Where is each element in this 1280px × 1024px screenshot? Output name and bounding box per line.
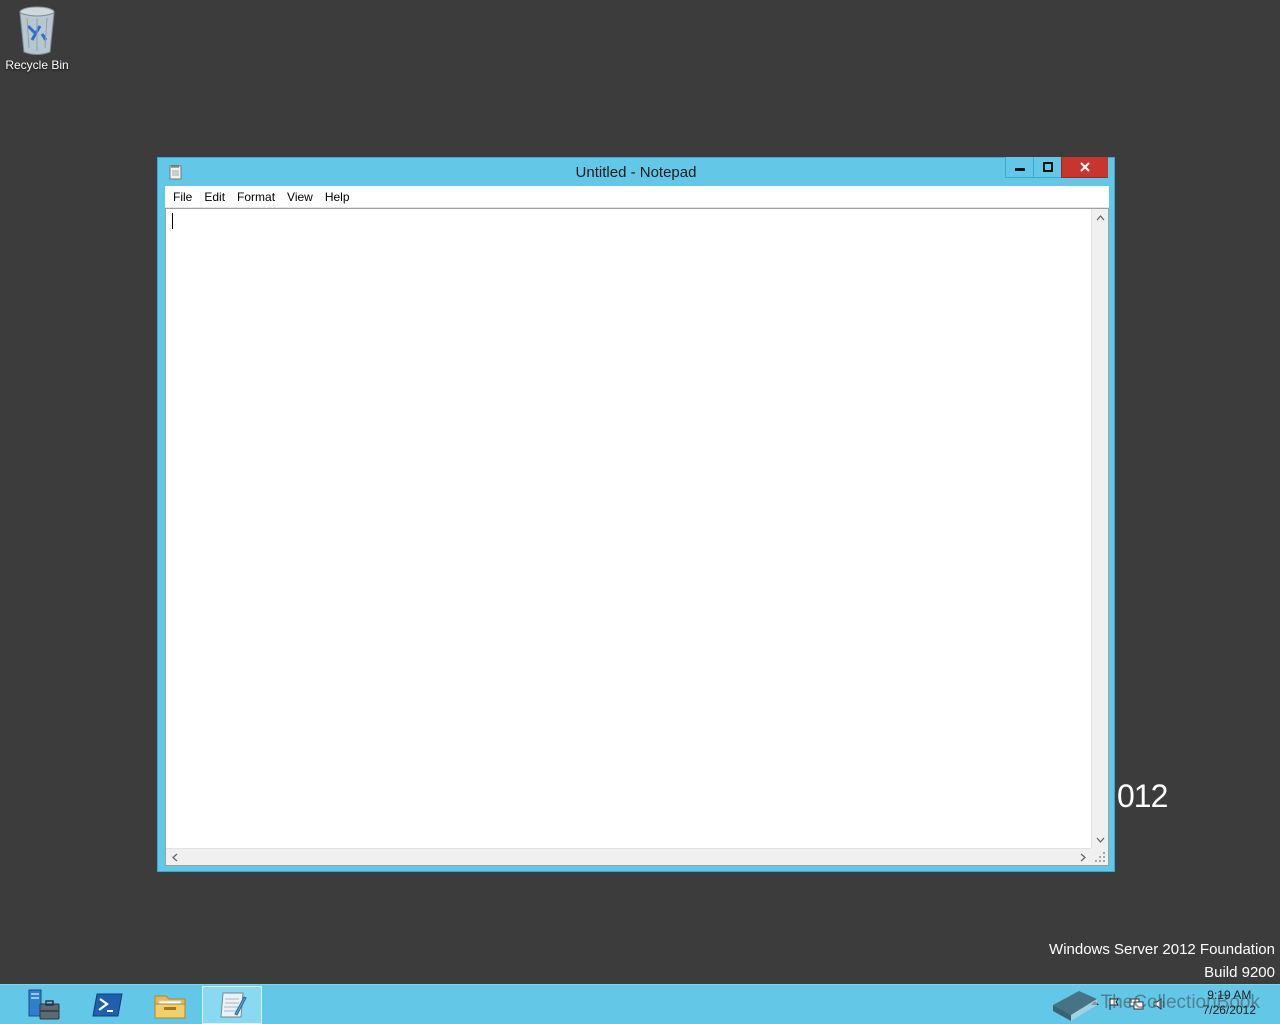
menu-file[interactable]: File bbox=[167, 186, 198, 208]
book-icon bbox=[1052, 991, 1097, 1021]
system-tray: TheCollectionBook 9:19 AM 7/26/2012 bbox=[1020, 985, 1280, 1024]
powershell-icon bbox=[92, 993, 123, 1017]
scroll-left-button[interactable] bbox=[166, 849, 183, 866]
chevron-left-icon bbox=[171, 853, 177, 862]
minimize-button[interactable] bbox=[1005, 157, 1033, 178]
close-button[interactable] bbox=[1061, 157, 1108, 178]
chevron-up-icon bbox=[1096, 214, 1105, 220]
clock-date: 7/26/2012 bbox=[1202, 1003, 1256, 1017]
scroll-down-button[interactable] bbox=[1092, 831, 1109, 848]
minimize-icon bbox=[1014, 168, 1025, 171]
menu-edit[interactable]: Edit bbox=[198, 186, 231, 208]
recycle-bin-desktop-icon[interactable]: Recycle Bin bbox=[4, 4, 70, 74]
menu-bar: File Edit Format View Help bbox=[165, 186, 1109, 208]
taskbar-powershell-button[interactable] bbox=[78, 986, 138, 1024]
window-title: Untitled - Notepad bbox=[575, 164, 697, 181]
title-bar[interactable]: Untitled - Notepad bbox=[158, 157, 1114, 188]
maximize-icon bbox=[1042, 162, 1053, 172]
text-caret bbox=[172, 213, 173, 229]
recycle-bin-label: Recycle Bin bbox=[5, 58, 69, 72]
taskbar-server-manager-button[interactable] bbox=[14, 986, 74, 1024]
menu-format[interactable]: Format bbox=[231, 186, 281, 208]
resize-grip-icon bbox=[1095, 852, 1105, 862]
vertical-scrollbar[interactable] bbox=[1091, 209, 1108, 848]
maximize-button[interactable] bbox=[1033, 157, 1061, 178]
close-icon bbox=[1080, 162, 1090, 172]
os-watermark: Windows Server 2012 Foundation Build 920… bbox=[1049, 938, 1275, 984]
editor-frame bbox=[165, 208, 1109, 866]
resize-grip[interactable] bbox=[1091, 848, 1108, 865]
watermark-build: Build 9200 bbox=[1204, 964, 1275, 981]
clock[interactable]: 9:19 AM 7/26/2012 bbox=[1203, 988, 1256, 1018]
notepad-icon bbox=[220, 992, 247, 1018]
chevron-right-icon bbox=[1080, 853, 1086, 862]
chevron-down-icon bbox=[1096, 837, 1105, 843]
watermark-edition: Windows Server 2012 Foundation bbox=[1049, 941, 1275, 958]
taskbar-notepad-button[interactable] bbox=[202, 986, 262, 1024]
horizontal-scrollbar[interactable] bbox=[166, 848, 1091, 865]
taskbar-file-explorer-button[interactable] bbox=[140, 986, 200, 1024]
menu-help[interactable]: Help bbox=[319, 186, 356, 208]
folder-icon bbox=[154, 995, 186, 1019]
scroll-right-button[interactable] bbox=[1074, 849, 1091, 866]
clock-time: 9:19 AM bbox=[1207, 988, 1252, 1002]
background-fragment-text: 012 bbox=[1117, 778, 1168, 814]
caption-buttons bbox=[1005, 157, 1108, 178]
recycle-bin-icon bbox=[19, 6, 55, 55]
text-editor[interactable] bbox=[166, 209, 1091, 848]
server-manager-icon bbox=[28, 989, 60, 1020]
notepad-client-area: File Edit Format View Help bbox=[165, 186, 1109, 866]
notepad-window: Untitled - Notepad File Edit Format View… bbox=[157, 157, 1115, 872]
taskbar: TheCollectionBook 9:19 AM 7/26/2012 bbox=[0, 984, 1280, 1024]
scroll-up-button[interactable] bbox=[1092, 209, 1109, 226]
menu-view[interactable]: View bbox=[281, 186, 319, 208]
